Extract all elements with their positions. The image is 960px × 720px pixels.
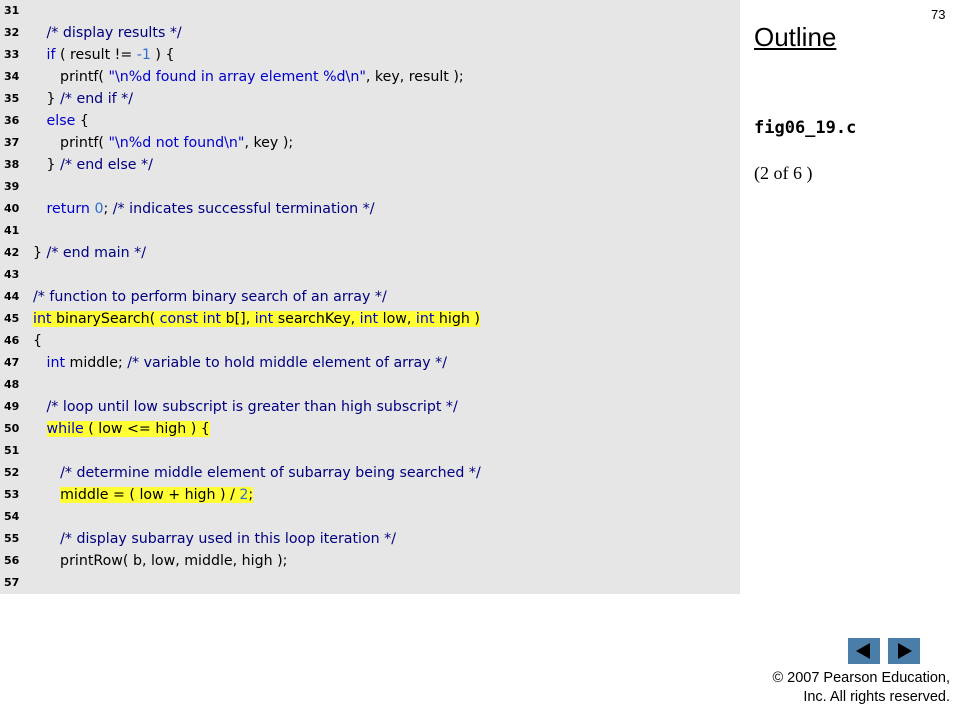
code-line: 38 } /* end else */: [0, 154, 740, 176]
code-line: 55 /* display subarray used in this loop…: [0, 528, 740, 550]
code-line: 44 /* function to perform binary search o…: [0, 286, 740, 308]
line-number: 34: [4, 70, 20, 83]
code-line: 42 } /* end main */: [0, 242, 740, 264]
line-number: 37: [4, 136, 20, 149]
code-line: 41: [0, 220, 740, 242]
code-line: 39: [0, 176, 740, 198]
code-text: printf( "\n%d found in array element %d\…: [33, 69, 464, 85]
line-number: 32: [4, 26, 20, 39]
copyright-line-1: © 2007 Pearson Education,: [772, 670, 950, 686]
code-line: 35 } /* end if */: [0, 88, 740, 110]
line-number: 47: [4, 356, 20, 369]
code-line: 32 /* display results */: [0, 22, 740, 44]
code-line: 40 return 0; /* indicates successful ter…: [0, 198, 740, 220]
code-text: /* function to perform binary search of …: [33, 289, 387, 305]
line-number: 51: [4, 444, 20, 457]
code-text: /* display subarray used in this loop it…: [60, 531, 397, 547]
code-text: while ( low <= high ) {: [33, 418, 210, 440]
triangle-right-icon: [898, 643, 912, 659]
code-line: 47 int middle; /* variable to hold middl…: [0, 352, 740, 374]
line-number: 48: [4, 378, 20, 391]
code-text: {: [33, 333, 43, 349]
code-text: } /* end main */: [33, 245, 146, 261]
code-text: middle = ( low + high ) / 2;: [33, 484, 254, 506]
code-text: int binarySearch( const int b[], int sea…: [33, 308, 480, 330]
code-line: 33 if ( result != -1 ) {: [0, 44, 740, 66]
line-number: 50: [4, 422, 20, 435]
highlighted-code: middle = ( low + high ) / 2;: [60, 487, 254, 503]
code-line: 53 middle = ( low + high ) / 2;: [0, 484, 740, 506]
line-number: 56: [4, 554, 20, 567]
code-line: 57: [0, 572, 740, 594]
code-text: if ( result != -1 ) {: [46, 47, 175, 63]
code-line: 31: [0, 0, 740, 22]
line-number: 45: [4, 312, 20, 325]
code-text: else {: [46, 113, 89, 129]
code-line: 51: [0, 440, 740, 462]
line-number: 35: [4, 92, 20, 105]
code-text: return 0; /* indicates successful termin…: [46, 201, 375, 217]
highlighted-code: int binarySearch( const int b[], int sea…: [33, 311, 480, 327]
code-line: 56 printRow( b, low, middle, high );: [0, 550, 740, 572]
code-text: printRow( b, low, middle, high );: [33, 553, 288, 569]
line-number: 39: [4, 180, 20, 193]
code-line: 46 {: [0, 330, 740, 352]
code-line: 45 int binarySearch( const int b[], int s…: [0, 308, 740, 330]
code-text: } /* end else */: [33, 157, 153, 173]
page-number: 73: [931, 7, 946, 22]
highlighted-code: while ( low <= high ) {: [46, 421, 210, 437]
code-line: 36 else {: [0, 110, 740, 132]
line-number: 46: [4, 334, 20, 347]
previous-slide-button[interactable]: [848, 638, 880, 664]
line-number: 55: [4, 532, 20, 545]
line-number: 42: [4, 246, 20, 259]
line-number: 40: [4, 202, 20, 215]
next-slide-button[interactable]: [888, 638, 920, 664]
code-line: 34 printf( "\n%d found in array element …: [0, 66, 740, 88]
line-number: 49: [4, 400, 20, 413]
code-line: 50 while ( low <= high ) {: [0, 418, 740, 440]
line-number: 38: [4, 158, 20, 171]
line-number: 31: [4, 4, 20, 17]
page-indicator: (2 of 6 ): [754, 163, 813, 183]
line-number: 52: [4, 466, 20, 479]
code-text: printf( "\n%d not found\n", key );: [33, 135, 294, 151]
line-number: 36: [4, 114, 20, 127]
code-text: /* determine middle element of subarray …: [60, 465, 481, 481]
code-panel: 31 32 /* display results */33 if ( result…: [0, 0, 740, 594]
code-line: 49 /* loop until low subscript is greate…: [0, 396, 740, 418]
code-line: 54: [0, 506, 740, 528]
line-number: 43: [4, 268, 20, 281]
code-line: 52 /* determine middle element of subarr…: [0, 462, 740, 484]
line-number: 57: [4, 576, 20, 589]
code-text: int middle; /* variable to hold middle e…: [46, 355, 448, 371]
code-line: 37 printf( "\n%d not found\n", key );: [0, 132, 740, 154]
copyright-notice: © 2007 Pearson Education, Inc. All right…: [772, 669, 950, 707]
copyright-line-2: Inc. All rights reserved.: [803, 689, 950, 705]
file-name: fig06_19.c: [754, 118, 857, 138]
line-number: 33: [4, 48, 20, 61]
line-number: 54: [4, 510, 20, 523]
line-number: 41: [4, 224, 20, 237]
outline-title[interactable]: Outline: [754, 22, 836, 53]
line-number: 44: [4, 290, 20, 303]
code-text: /* display results */: [46, 25, 182, 41]
code-text: /* loop until low subscript is greater t…: [46, 399, 458, 415]
triangle-left-icon: [856, 643, 870, 659]
code-line: 48: [0, 374, 740, 396]
code-line: 43: [0, 264, 740, 286]
code-text: } /* end if */: [33, 91, 134, 107]
line-number: 53: [4, 488, 20, 501]
